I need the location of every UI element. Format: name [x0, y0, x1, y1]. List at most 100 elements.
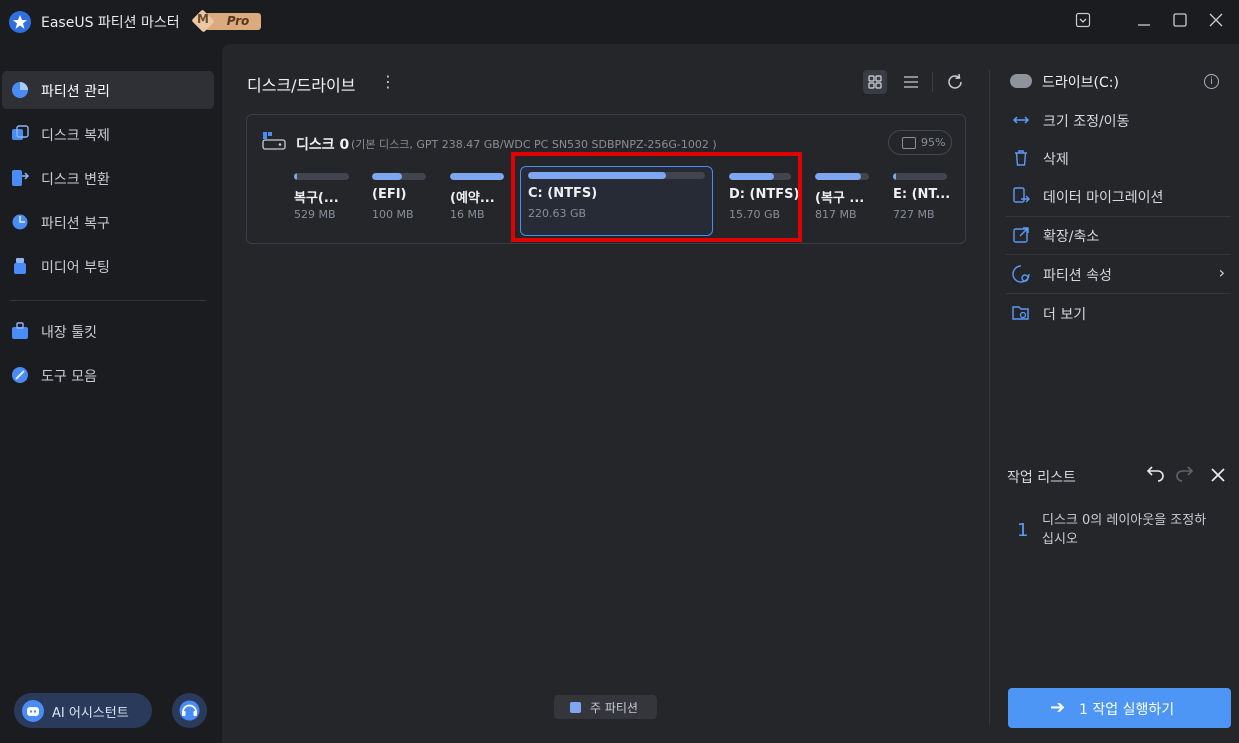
minimize-icon[interactable] [1134, 12, 1154, 32]
drive-icon [1010, 74, 1032, 88]
disk-drive-icon [262, 131, 286, 151]
app-title: EaseUS 파티션 마스터 [41, 15, 180, 31]
sidebar-item-label: 도구 모음 [41, 369, 97, 385]
sidebar-item-builtin-toolkit[interactable]: 내장 툴킷 [2, 312, 214, 350]
easeus-logo-icon [9, 11, 31, 33]
main-panel: 디스크/드라이브 ⋮ 디스크 0 (기본 디스크, GPT 238.47 GB/… [222, 44, 1239, 743]
page-title: 디스크/드라이브 [247, 76, 356, 95]
partition-recovery-2[interactable]: (복구 ... 817 MB [815, 167, 875, 237]
grid-view-icon[interactable] [863, 70, 887, 94]
sidebar-item-label: 미디어 부팅 [41, 260, 110, 276]
delete-action[interactable]: 삭제 [1006, 141, 1231, 175]
partition-name: (예약... [450, 191, 495, 206]
disk-health-icon [902, 137, 916, 149]
robot-icon [22, 700, 44, 722]
recover-icon [11, 213, 29, 231]
ai-assistant-label: AI 어시스턴트 [52, 706, 129, 721]
usb-icon [11, 257, 29, 275]
menu-icon[interactable] [1073, 12, 1093, 32]
drive-header: 드라이브(C:) i [1010, 71, 1220, 93]
execute-tasks-label: 1 작업 실행하기 [1079, 702, 1175, 718]
action-label: 더 보기 [1043, 307, 1087, 323]
task-list-title: 작업 리스트 [1007, 470, 1076, 486]
partition-reserved[interactable]: (예약... 16 MB [450, 167, 510, 237]
more-action[interactable]: 더 보기 [1006, 296, 1231, 330]
partition-e[interactable]: E: (NT... 727 MB [893, 167, 953, 237]
migrate-icon [1012, 187, 1030, 205]
clear-tasks-icon[interactable] [1207, 464, 1229, 486]
sidebar-item-label: 내장 툴킷 [41, 325, 97, 341]
list-view-icon[interactable] [899, 70, 923, 94]
sidebar-item-disk-convert[interactable]: 디스크 변환 [2, 159, 214, 197]
convert-icon [11, 169, 30, 187]
trash-icon [1012, 149, 1030, 167]
clone-icon [11, 125, 29, 143]
partition-name: 복구(... [294, 191, 339, 206]
sidebar-item-partition-manage[interactable]: 파티션 관리 [2, 71, 214, 109]
partition-size: 817 MB [815, 208, 857, 221]
execute-tasks-button[interactable]: ➔ 1 작업 실행하기 [1008, 688, 1231, 728]
more-folder-icon [1012, 304, 1030, 322]
extend-shrink-action[interactable]: 확장/축소 [1006, 218, 1231, 252]
disk-usage-badge: 95% [888, 130, 952, 155]
more-options-icon[interactable]: ⋮ [380, 72, 396, 91]
partition-usage-bar [294, 173, 349, 180]
action-label: 데이터 마이그레이션 [1043, 190, 1164, 206]
action-label: 삭제 [1043, 152, 1069, 168]
redo-icon[interactable] [1173, 464, 1195, 486]
partition-usage-bar [815, 173, 869, 180]
partition-name: (복구 ... [815, 191, 865, 206]
undo-icon[interactable] [1145, 464, 1167, 486]
toolbar-divider [932, 72, 933, 92]
partition-usage-bar [893, 173, 947, 180]
close-icon[interactable] [1206, 12, 1226, 32]
drive-label: 드라이브(C:) [1042, 75, 1119, 91]
task-description: 디스크 0의 레이아웃을 조정하십시오 [1042, 513, 1207, 547]
partition-legend: 주 파티션 [554, 695, 657, 719]
partition-name: (EFI) [372, 187, 407, 202]
partition-efi[interactable]: (EFI) 100 MB [372, 167, 432, 237]
action-label: 확장/축소 [1043, 229, 1100, 245]
toolkit-icon [11, 322, 29, 340]
sidebar-item-disk-clone[interactable]: 디스크 복제 [2, 115, 214, 153]
task-number: 1 [1017, 520, 1029, 541]
resize-icon [1012, 111, 1030, 129]
partition-properties-action[interactable]: 파티션 속성 › [1006, 257, 1231, 291]
partition-size: 16 MB [450, 208, 485, 221]
sidebar-item-partition-recovery[interactable]: 파티션 복구 [2, 203, 214, 241]
data-migration-action[interactable]: 데이터 마이그레이션 [1006, 179, 1231, 213]
selection-highlight [511, 152, 802, 242]
extend-icon [1012, 226, 1030, 244]
resize-move-action[interactable]: 크기 조정/이동 [1006, 103, 1231, 137]
partition-usage-bar [450, 173, 504, 180]
partition-recovery-1[interactable]: 복구(... 529 MB [294, 167, 354, 237]
pro-badge[interactable]: Pro M [191, 9, 261, 33]
pie-chart-icon [11, 81, 29, 99]
right-panel-divider [989, 70, 990, 725]
title-bar: EaseUS 파티션 마스터 Pro M [0, 0, 1239, 44]
sidebar-divider [10, 300, 206, 301]
refresh-icon[interactable] [943, 70, 967, 94]
sidebar-item-label: 디스크 변환 [41, 172, 110, 188]
disk-info: (기본 디스크, GPT 238.47 GB/WDC PC SN530 SDBP… [351, 138, 717, 151]
headset-icon [179, 700, 200, 721]
action-divider [1006, 216, 1231, 217]
sidebar-item-tools[interactable]: 도구 모음 [2, 356, 214, 394]
action-divider [1006, 254, 1231, 255]
action-label: 파티션 속성 [1043, 268, 1112, 284]
support-button[interactable] [172, 693, 207, 728]
sidebar-item-label: 파티션 복구 [41, 216, 110, 232]
partition-size: 529 MB [294, 208, 336, 221]
tools-icon [11, 366, 29, 384]
sidebar: 파티션 관리 디스크 복제 디스크 변환 파티션 복구 미디어 부팅 내장 툴킷 [0, 44, 222, 743]
sidebar-item-media-boot[interactable]: 미디어 부팅 [2, 247, 214, 285]
disk-name: 디스크 0 [296, 137, 350, 153]
sidebar-item-label: 파티션 관리 [41, 84, 110, 100]
action-label: 크기 조정/이동 [1043, 114, 1130, 130]
partition-size: 727 MB [893, 208, 935, 221]
maximize-icon[interactable] [1170, 12, 1190, 32]
ai-assistant-button[interactable]: AI 어시스턴트 [14, 693, 152, 728]
arrow-right-icon: ➔ [1050, 697, 1066, 718]
partition-usage-bar [372, 173, 426, 180]
info-icon[interactable]: i [1204, 74, 1219, 89]
